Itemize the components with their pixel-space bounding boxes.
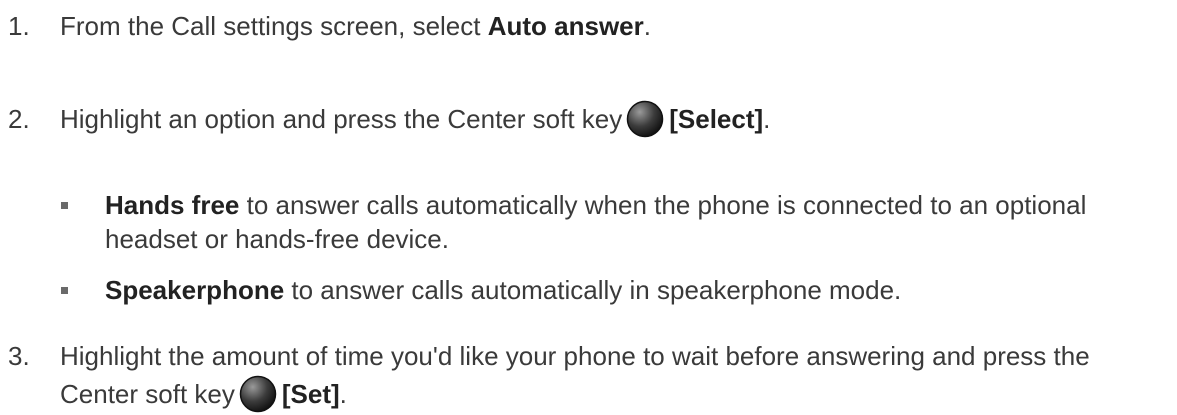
step-text-after: . (763, 104, 771, 134)
option-hands-free: Hands free to answer calls automatically… (60, 188, 1157, 256)
step-2: 2. Highlight an option and press the Cen… (8, 100, 1167, 140)
center-soft-key-icon (626, 100, 664, 138)
step-text-after: . (339, 379, 347, 409)
step-3: 3. Highlight the amount of time you'd li… (8, 337, 1167, 415)
bullet-icon (60, 188, 105, 256)
center-soft-key-icon (239, 375, 277, 413)
option-bold-label: Speakerphone (105, 275, 285, 305)
step-bold-label: [Set] (281, 379, 340, 409)
option-speakerphone: Speakerphone to answer calls automatical… (60, 273, 1157, 307)
option-text: Hands free to answer calls automatically… (105, 188, 1157, 256)
step-text-after: . (643, 11, 651, 41)
step-text: Highlight an option and press the Center… (60, 100, 1167, 140)
step-number: 3. (8, 341, 30, 371)
option-text: Speakerphone to answer calls automatical… (105, 273, 1157, 307)
option-bold-label: Hands free (105, 190, 240, 220)
step-bold-label: Auto answer (487, 11, 644, 41)
option-description: to answer calls automatically in speaker… (284, 275, 902, 305)
step-bold-label: [Select] (669, 104, 764, 134)
step-1: 1. From the Call settings screen, select… (8, 9, 1167, 43)
step-number: 1. (8, 11, 30, 41)
step-text-before: Highlight an option and press the Center… (60, 104, 623, 134)
step-text: Highlight the amount of time you'd like … (60, 337, 1167, 415)
step-text-before: Highlight the amount of time you'd like … (60, 341, 1090, 409)
step-text-before: From the Call settings screen, select (60, 11, 488, 41)
step-number: 2. (8, 104, 30, 134)
bullet-icon (60, 273, 105, 307)
step-text: From the Call settings screen, select Au… (60, 9, 1167, 43)
option-description: to answer calls automatically when the p… (105, 190, 1087, 254)
